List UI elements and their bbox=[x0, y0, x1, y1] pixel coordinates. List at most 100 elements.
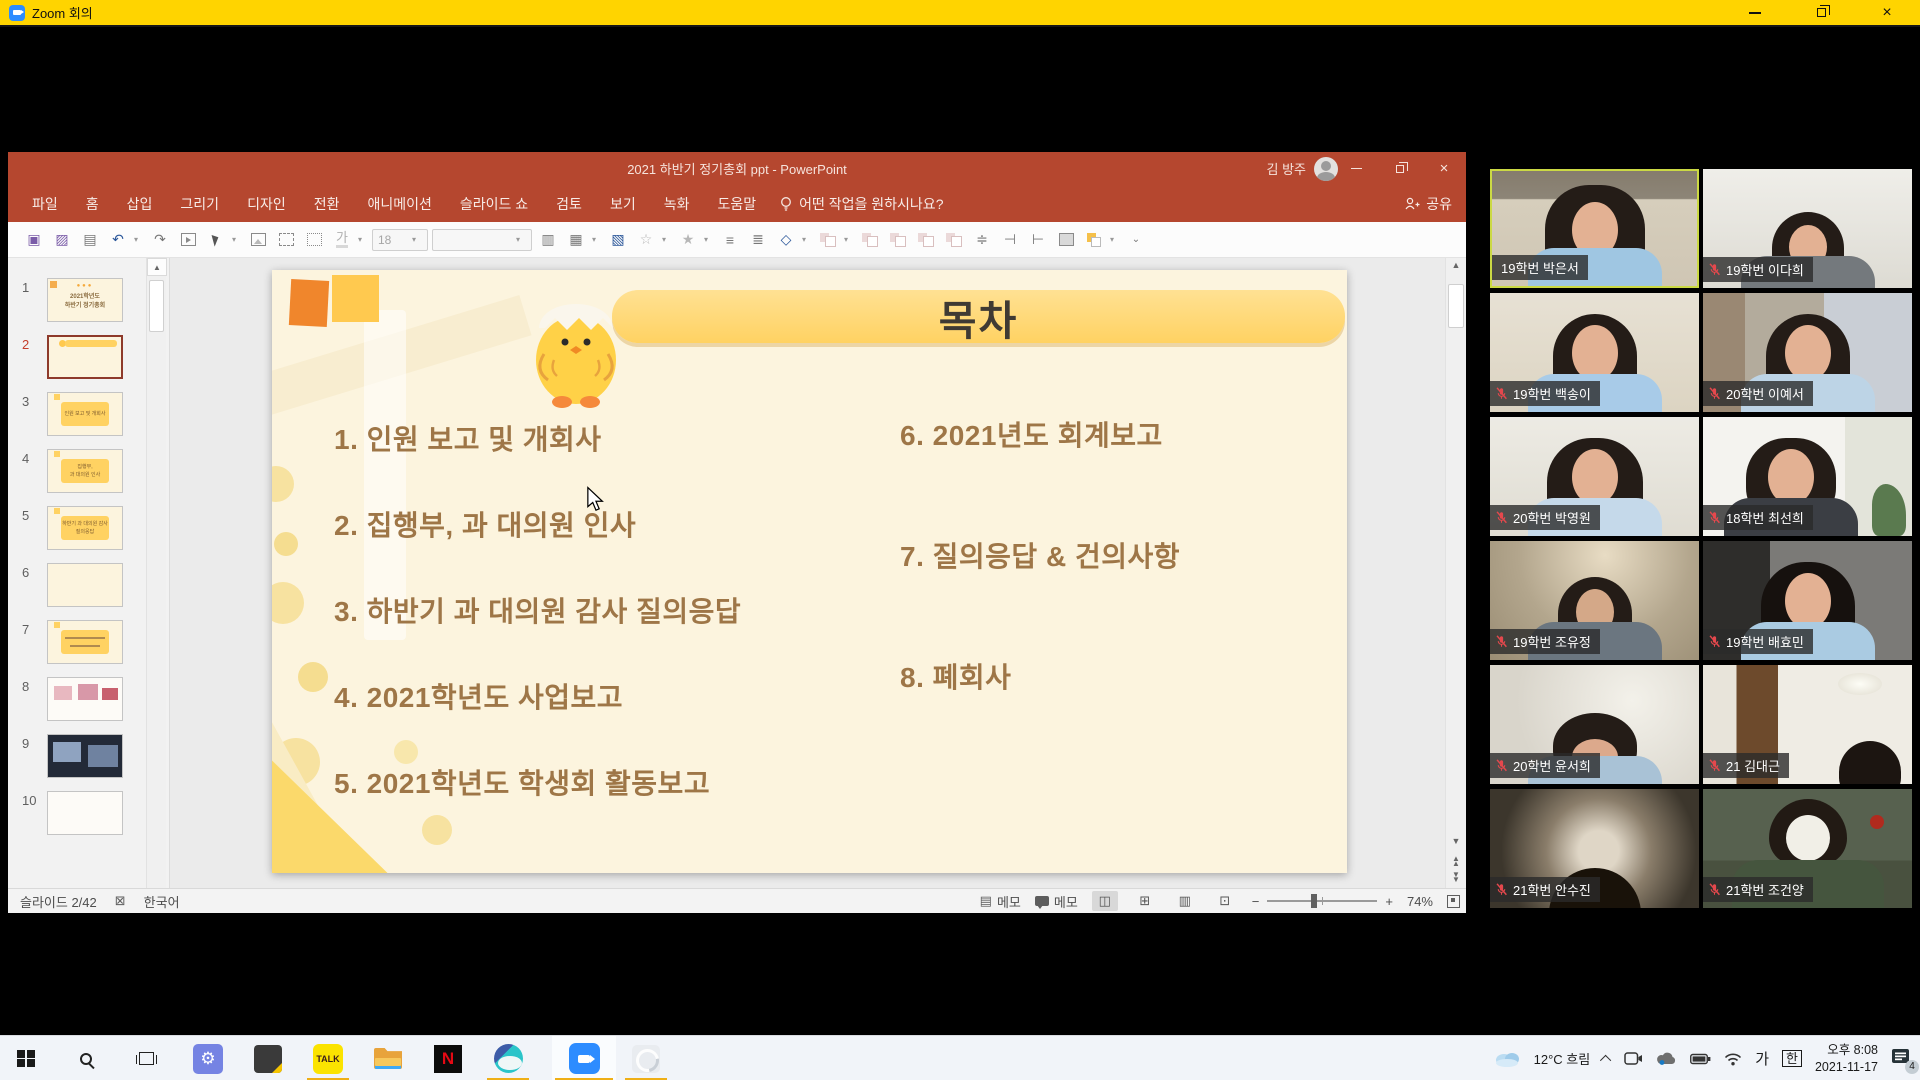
participant-tile[interactable]: 19학번 배효민 bbox=[1703, 541, 1912, 660]
slide-thumbnail-6[interactable]: 6 bbox=[8, 563, 169, 611]
slide-thumbnail-2-selected[interactable]: 2 bbox=[8, 335, 169, 383]
onedrive-icon[interactable] bbox=[1656, 1052, 1677, 1065]
undo-dropdown-icon[interactable]: ▾ bbox=[134, 235, 144, 244]
scrollbar-thumb[interactable] bbox=[1448, 284, 1464, 328]
ribbon-tab[interactable]: 애니메이션 bbox=[353, 185, 445, 223]
character-spacing-icon[interactable]: 가 bbox=[330, 227, 354, 253]
zoom-in-icon[interactable]: + bbox=[1385, 894, 1393, 909]
colors-dropdown-icon[interactable]: ▾ bbox=[1110, 235, 1120, 244]
slide-2[interactable]: 목차 1. 인원 보고 및 개회사2. 집행부, 과 대의원 인사3. 하반기 … bbox=[272, 270, 1347, 873]
weather-text[interactable]: 12°C 흐림 bbox=[1534, 1049, 1591, 1068]
tray-expand-icon[interactable] bbox=[1600, 1054, 1611, 1065]
thumbnail-scrollbar[interactable]: ▲ bbox=[146, 258, 166, 888]
table-icon[interactable]: ▦ bbox=[564, 227, 588, 253]
minimize-button[interactable] bbox=[1722, 0, 1788, 25]
slide-thumbnail-1[interactable]: 1 ●●● 2021학년도하반기 정기총회 bbox=[8, 278, 169, 326]
ime-language-indicator[interactable]: 가 bbox=[1755, 1048, 1769, 1069]
zoom-tray-icon[interactable] bbox=[1624, 1052, 1643, 1065]
participant-tile[interactable]: 19학번 이다희 bbox=[1703, 169, 1912, 288]
slide-thumbnail-8[interactable]: 8 bbox=[8, 677, 169, 725]
paragraph-icon[interactable]: ≣ bbox=[746, 227, 770, 253]
language-indicator[interactable]: 한국어 bbox=[144, 892, 180, 911]
restore-button[interactable] bbox=[1788, 0, 1854, 25]
font-size-dropdown[interactable]: 18▾ bbox=[372, 229, 428, 251]
spacing-dropdown-icon[interactable]: ▾ bbox=[358, 235, 368, 244]
ribbon-tab[interactable]: 홈 bbox=[72, 185, 113, 223]
slideshow-button[interactable]: ⊡ bbox=[1212, 891, 1238, 911]
slide-thumbnail-7[interactable]: 7 bbox=[8, 620, 169, 668]
slide-scrollbar[interactable]: ▲ ▼ ▲▲ ▼▼ bbox=[1445, 258, 1466, 888]
change-colors-icon[interactable] bbox=[1082, 227, 1106, 253]
participant-tile-active-speaker[interactable]: 19학번 박은서 bbox=[1490, 169, 1699, 288]
ungroup-icon[interactable] bbox=[886, 227, 910, 253]
style-dropdown[interactable]: ▾ bbox=[432, 229, 532, 251]
reading-view-button[interactable]: ▥ bbox=[1172, 891, 1198, 911]
redo-icon[interactable]: ↷ bbox=[148, 227, 172, 253]
weather-icon[interactable] bbox=[1494, 1050, 1521, 1067]
ribbon-tab[interactable]: 보기 bbox=[596, 185, 650, 223]
send-backward-icon[interactable] bbox=[942, 227, 966, 253]
save-icon[interactable]: ▣ bbox=[22, 227, 46, 253]
undo-icon[interactable]: ↶ bbox=[106, 227, 130, 253]
align-objects-icon[interactable]: ≑ bbox=[970, 227, 994, 253]
notes-button[interactable]: ▤메모 bbox=[980, 892, 1021, 911]
close-button[interactable]: × bbox=[1854, 0, 1920, 25]
ribbon-tab[interactable]: 전환 bbox=[300, 185, 354, 223]
ppt-restore-button[interactable] bbox=[1378, 152, 1422, 185]
netflix-button[interactable]: N bbox=[424, 1036, 472, 1080]
participant-tile[interactable]: 19학번 조유정 bbox=[1490, 541, 1699, 660]
distribute-horizontal-icon[interactable]: ⊣ bbox=[998, 227, 1022, 253]
line-spacing-icon[interactable]: ≡ bbox=[718, 227, 742, 253]
start-slideshow-icon[interactable] bbox=[176, 227, 200, 253]
tell-me-box[interactable]: 어떤 작업을 원하시나요? bbox=[780, 194, 943, 214]
previous-slide-icon[interactable]: ▲▲ bbox=[1446, 856, 1466, 866]
shapes-icon[interactable]: ◇ bbox=[774, 227, 798, 253]
insert-picture-icon[interactable] bbox=[246, 227, 270, 253]
capture-app-button[interactable] bbox=[622, 1036, 670, 1080]
participant-tile[interactable]: 21학번 안수진 bbox=[1490, 789, 1699, 908]
edit-shape-icon[interactable]: ▧ bbox=[606, 227, 630, 253]
normal-view-button[interactable]: ◫ bbox=[1092, 891, 1118, 911]
kakaotalk-button[interactable]: TALK bbox=[304, 1036, 352, 1080]
participant-tile[interactable]: 21 김대근 bbox=[1703, 665, 1912, 784]
slide-thumbnail-5[interactable]: 5 하반기 과 대의원 감사질의응답 bbox=[8, 506, 169, 554]
scroll-down-icon[interactable]: ▼ bbox=[1446, 836, 1466, 846]
slide-thumbnail-4[interactable]: 4 집행부,과 대의원 인사 bbox=[8, 449, 169, 497]
distribute-vertical-icon[interactable]: ⊢ bbox=[1026, 227, 1050, 253]
zoom-out-icon[interactable]: − bbox=[1252, 894, 1260, 909]
picture-layout-icon[interactable] bbox=[1054, 227, 1078, 253]
ppt-account[interactable]: 김 방주 bbox=[1267, 152, 1339, 185]
participant-tile[interactable]: 20학번 박영원 bbox=[1490, 417, 1699, 536]
zoom-percent[interactable]: 74% bbox=[1407, 894, 1433, 909]
ppt-minimize-button[interactable] bbox=[1334, 152, 1378, 185]
ribbon-tab[interactable]: 녹화 bbox=[650, 185, 704, 223]
participant-tile[interactable]: 18학번 최선희 bbox=[1703, 417, 1912, 536]
text-page-icon[interactable]: ▥ bbox=[536, 227, 560, 253]
clock[interactable]: 오후 8:08 2021-11-17 bbox=[1815, 1042, 1878, 1076]
start-button[interactable] bbox=[2, 1036, 50, 1080]
pointer-dropdown-icon[interactable]: ▾ bbox=[232, 235, 242, 244]
rotate-icon[interactable] bbox=[302, 227, 326, 253]
save-as-icon[interactable]: ▨ bbox=[50, 227, 74, 253]
settings-app-button[interactable]: ⚙ bbox=[184, 1036, 232, 1080]
ime-mode-indicator[interactable]: 한 bbox=[1782, 1050, 1802, 1067]
ribbon-tab[interactable]: 디자인 bbox=[233, 185, 300, 223]
fit-to-window-icon[interactable] bbox=[1447, 895, 1460, 908]
notification-center-button[interactable]: 4 bbox=[1891, 1048, 1912, 1070]
file-explorer-button[interactable] bbox=[364, 1036, 412, 1080]
search-button[interactable] bbox=[62, 1036, 110, 1080]
slide-thumbnail-3[interactable]: 3 인원 보고 및 개회사 bbox=[8, 392, 169, 440]
participant-tile[interactable]: 21학번 조건양 bbox=[1703, 789, 1912, 908]
add-animation-icon[interactable]: ☆ bbox=[634, 227, 658, 253]
print-preview-icon[interactable]: ▤ bbox=[78, 227, 102, 253]
animation-styles-icon[interactable]: ★ bbox=[676, 227, 700, 253]
scroll-up-icon[interactable]: ▲ bbox=[147, 258, 167, 276]
proofing-icon[interactable]: ⊠ bbox=[115, 893, 126, 909]
arrange-icon[interactable] bbox=[816, 227, 840, 253]
comments-button[interactable]: 메모 bbox=[1035, 892, 1078, 911]
ribbon-tab[interactable]: 그리기 bbox=[166, 185, 233, 223]
ribbon-tab[interactable]: 삽입 bbox=[113, 185, 167, 223]
scrollbar-thumb[interactable] bbox=[149, 280, 164, 332]
shapes-dropdown-icon[interactable]: ▾ bbox=[802, 235, 812, 244]
next-slide-icon[interactable]: ▼▼ bbox=[1446, 872, 1466, 882]
